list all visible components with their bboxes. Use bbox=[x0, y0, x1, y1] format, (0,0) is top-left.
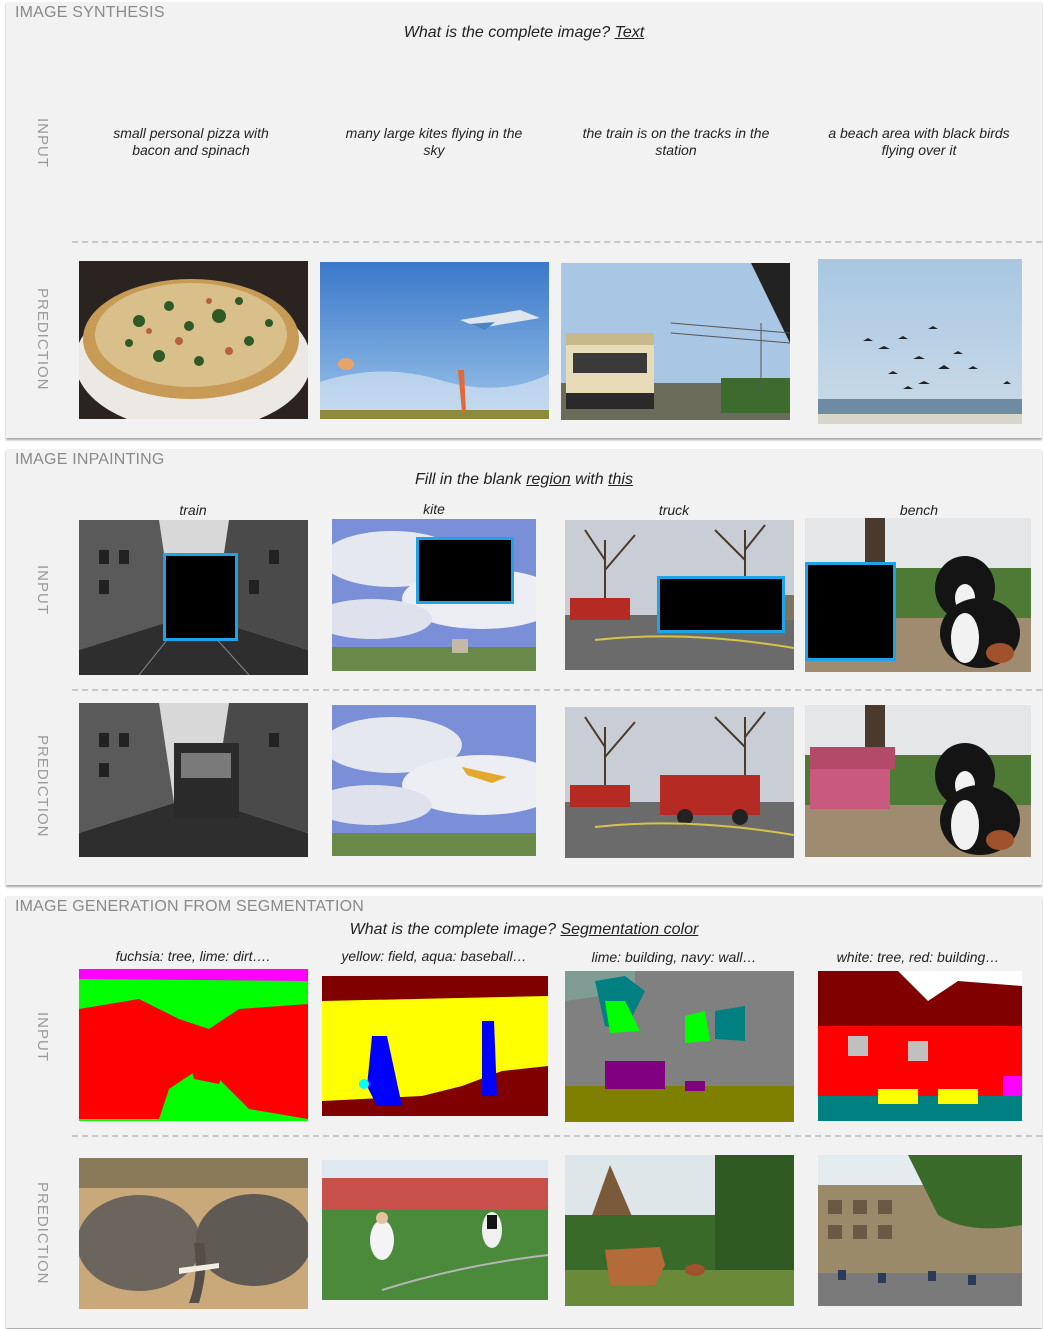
segmentation-label: lime: building, navy: wall… bbox=[591, 949, 757, 965]
object-label: kite bbox=[423, 501, 445, 517]
input-row-label: INPUT bbox=[34, 1012, 51, 1062]
segmentation-label: white: tree, red: building… bbox=[836, 949, 1000, 965]
row-divider bbox=[72, 1135, 1042, 1137]
section-title: IMAGE SYNTHESIS bbox=[15, 4, 165, 21]
object-label: truck bbox=[658, 502, 690, 518]
input-row-label: INPUT bbox=[34, 118, 51, 168]
segmentation-label: fuchsia: tree, lime: dirt…. bbox=[115, 948, 271, 964]
text-caption: a beach area with black birds flying ove… bbox=[828, 125, 1010, 158]
text-caption: small personal pizza with bacon and spin… bbox=[113, 125, 269, 158]
prediction-row-label: PREDICTION bbox=[34, 1182, 51, 1285]
prompt-link: region bbox=[526, 471, 571, 488]
object-label: train bbox=[179, 502, 207, 518]
train-station-photo bbox=[561, 263, 790, 420]
segmentation-label: yellow: field, aqua: baseball… bbox=[341, 948, 527, 964]
input-row-label: INPUT bbox=[34, 565, 51, 615]
segmentation-map-baseball bbox=[322, 976, 548, 1116]
cow-jungle-photo bbox=[565, 1155, 794, 1306]
section-prompt: What is the complete image? Segmentation… bbox=[349, 921, 699, 938]
image-inpainting-panel: IMAGE INPAINTING Fill in the blank regio… bbox=[6, 449, 1042, 885]
firetruck-photo bbox=[565, 707, 794, 858]
pizza-photo bbox=[79, 261, 308, 419]
section-title: IMAGE GENERATION FROM SEGMENTATION bbox=[15, 898, 365, 915]
plaza-buildings-photo bbox=[818, 1155, 1022, 1306]
dog-bench-photo bbox=[805, 705, 1031, 857]
section-prompt: What is the complete image? Text bbox=[403, 24, 645, 41]
section-prompt: Fill in the blank region with this bbox=[415, 471, 633, 488]
clouds-kite-photo bbox=[332, 705, 536, 856]
kites-sky-photo bbox=[320, 262, 549, 419]
prompt-link: this bbox=[608, 471, 633, 488]
segmentation-map-cow bbox=[565, 971, 794, 1122]
segmentation-generation-panel: IMAGE GENERATION FROM SEGMENTATION What … bbox=[6, 896, 1042, 1328]
prompt-link: Segmentation color bbox=[560, 921, 699, 938]
street-tram-photo bbox=[79, 703, 308, 857]
text-caption: the train is on the tracks in the statio… bbox=[582, 125, 770, 158]
section-title: IMAGE INPAINTING bbox=[15, 451, 165, 468]
prediction-row-label: PREDICTION bbox=[34, 288, 51, 391]
blank-region-mask bbox=[805, 562, 896, 661]
elephants-photo bbox=[79, 1158, 308, 1309]
image-synthesis-panel: IMAGE SYNTHESIS What is the complete ima… bbox=[6, 2, 1042, 438]
blank-region-mask bbox=[163, 553, 238, 641]
prompt-link: Text bbox=[614, 24, 645, 41]
blank-region-mask bbox=[416, 537, 514, 604]
beach-birds-photo bbox=[818, 259, 1022, 424]
object-label: bench bbox=[899, 502, 939, 518]
prediction-row-label: PREDICTION bbox=[34, 735, 51, 838]
text-caption: many large kites flying in the sky bbox=[345, 125, 523, 158]
segmentation-map-buildings bbox=[818, 971, 1022, 1121]
segmentation-map-elephants bbox=[79, 969, 308, 1121]
blank-region-mask bbox=[657, 576, 785, 633]
row-divider bbox=[72, 241, 1042, 243]
row-divider bbox=[72, 689, 1042, 691]
baseball-field-photo bbox=[322, 1160, 548, 1300]
